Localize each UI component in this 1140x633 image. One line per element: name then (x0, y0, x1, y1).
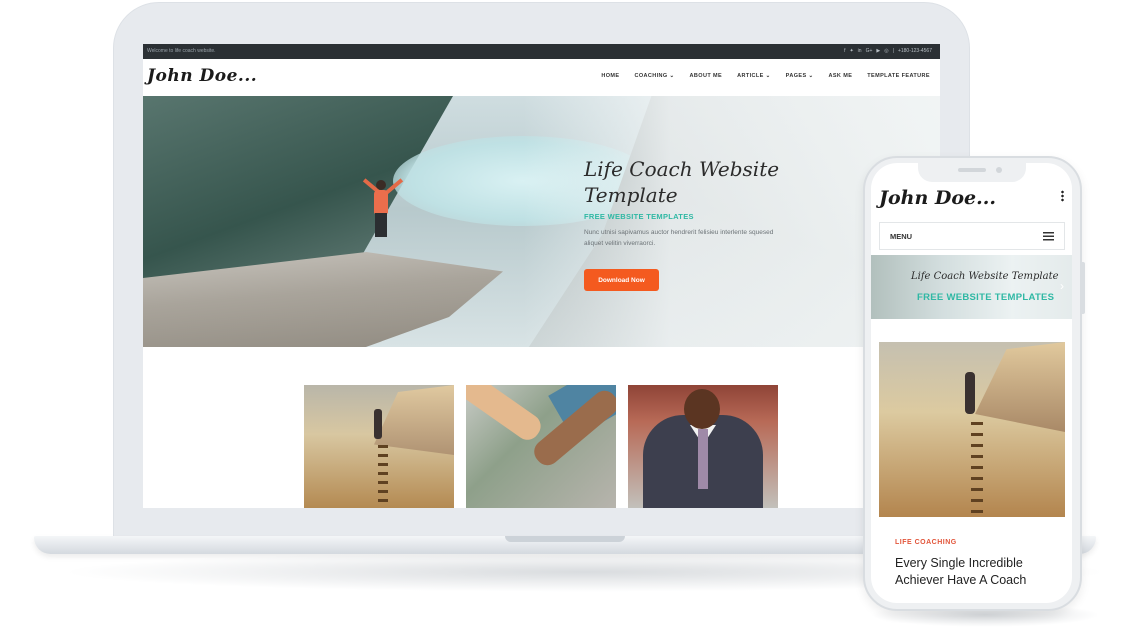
hero-person (357, 178, 407, 258)
hero-subtitle: FREE WEBSITE TEMPLATES (584, 212, 694, 221)
mobile-menu-bar[interactable]: MENU (879, 222, 1065, 250)
phone-side-button (1081, 262, 1085, 314)
download-now-button[interactable]: Download Now (584, 269, 659, 291)
phone-number: +180-123-4567 (897, 48, 932, 54)
top-bar: Welcome to life coach website. f ✦ in G+… (143, 44, 940, 59)
nav-item-coaching[interactable]: COACHING ⌄ (634, 73, 674, 79)
nav-item-about-me[interactable]: ABOUT ME (690, 73, 723, 79)
mobile-logo[interactable]: John Doe... (879, 187, 996, 209)
laptop-screen: Welcome to life coach website. f ✦ in G+… (143, 44, 940, 508)
card-image-businessman[interactable] (628, 385, 778, 508)
nav-item-template-feature[interactable]: TEMPLATE FEATURE (867, 73, 930, 79)
separator: | (892, 48, 894, 54)
youtube-icon[interactable]: ▶ (876, 44, 880, 59)
hero-title: Life Coach Website Template (584, 157, 780, 207)
main-nav: HOME COACHING ⌄ ABOUT ME ARTICLE ⌄ PAGES… (601, 73, 930, 79)
post-title[interactable]: Every Single Incredible Achiever Have A … (895, 555, 1055, 589)
post-category[interactable]: LIFE COACHING (895, 539, 957, 546)
card-image-beach[interactable] (304, 385, 454, 508)
mobile-post-image[interactable] (879, 342, 1065, 517)
hero-description: Nunc utnisi sapivamus auctor hendrerit f… (584, 229, 774, 247)
facebook-icon[interactable]: f (844, 44, 845, 59)
hero-banner: Life Coach Website Template FREE WEBSITE… (143, 96, 940, 347)
nav-item-pages[interactable]: PAGES ⌄ (786, 73, 814, 79)
more-options-icon[interactable] (1061, 190, 1064, 202)
site-logo[interactable]: John Doe... (147, 66, 257, 86)
mobile-banner-subtitle: FREE WEBSITE TEMPLATES (917, 292, 1055, 303)
linkedin-icon[interactable]: in (858, 44, 862, 59)
hero-content: Life Coach Website Template FREE WEBSITE… (584, 156, 844, 291)
mobile-menu-label: MENU (890, 232, 913, 241)
navbar: John Doe... HOME COACHING ⌄ ABOUT ME ART… (143, 59, 940, 96)
instagram-icon[interactable]: ◎ (884, 44, 888, 59)
mobile-hero-banner: Life Coach Website Template FREE WEBSITE… (871, 255, 1072, 319)
hamburger-icon[interactable] (1043, 232, 1054, 241)
nav-item-article[interactable]: ARTICLE ⌄ (737, 73, 771, 79)
phone-screen: John Doe... MENU Life Coach Website Temp… (871, 163, 1072, 603)
welcome-text: Welcome to life coach website. (147, 48, 216, 54)
google-plus-icon[interactable]: G+ (866, 44, 873, 59)
card-image-holding-hands[interactable] (466, 385, 616, 508)
nav-item-home[interactable]: HOME (601, 73, 619, 79)
phone-notch (918, 160, 1026, 182)
mobile-banner-title: Life Coach Website Template (911, 271, 1059, 282)
twitter-icon[interactable]: ✦ (849, 44, 853, 59)
nav-item-ask-me[interactable]: ASK ME (828, 73, 852, 79)
chevron-right-icon[interactable]: › (1060, 279, 1064, 293)
feature-cards (304, 385, 778, 508)
